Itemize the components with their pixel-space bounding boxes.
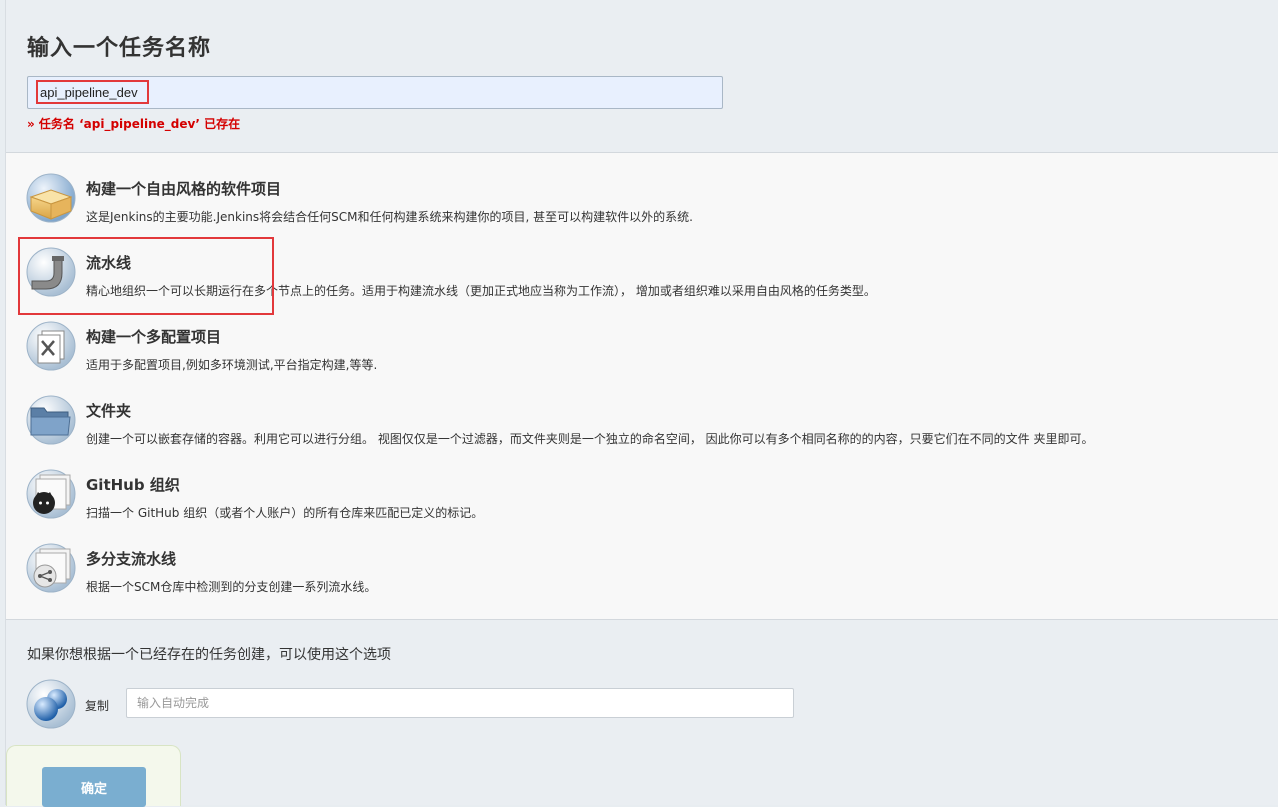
copy-label: 复制 xyxy=(85,699,110,713)
item-type-list: 构建一个自由风格的软件项目 这是Jenkins的主要功能.Jenkins将会结合… xyxy=(6,153,1278,620)
item-type-name: 构建一个自由风格的软件项目 xyxy=(86,180,282,198)
item-type-description: 这是Jenkins的主要功能.Jenkins将会结合任何SCM和任何构建系统来构… xyxy=(86,210,693,224)
freestyle-box-icon xyxy=(26,173,76,223)
copy-from-input[interactable] xyxy=(126,688,794,718)
folder-icon xyxy=(26,395,76,445)
item-type-github-org[interactable]: GitHub 组织 扫描一个 GitHub 组织（或者个人账户）的所有仓库来匹配… xyxy=(6,449,1278,523)
item-type-description: 扫描一个 GitHub 组织（或者个人账户）的所有仓库来匹配已定义的标记。 xyxy=(86,506,484,520)
item-name-input[interactable] xyxy=(28,77,708,108)
item-type-multibranch[interactable]: 多分支流水线 根据一个SCM仓库中检测到的分支创建一系列流水线。 xyxy=(6,523,1278,597)
item-type-name: 文件夹 xyxy=(86,402,132,420)
item-name-field-wrap xyxy=(27,76,723,109)
page-title: 输入一个任务名称 xyxy=(27,36,212,61)
copy-item-icon xyxy=(26,679,76,729)
item-type-name: 多分支流水线 xyxy=(86,550,177,568)
item-type-description: 精心地组织一个可以长期运行在多个节点上的任务。适用于构建流水线（更加正式地应当称… xyxy=(86,284,876,298)
item-type-multi-config[interactable]: 构建一个多配置项目 适用于多配置项目,例如多环境测试,平台指定构建,等等. xyxy=(6,301,1278,375)
github-org-icon xyxy=(26,469,76,519)
bottom-sticker: 确定 xyxy=(6,745,181,807)
new-item-page: 输入一个任务名称 » 任务名 ‘api_pipeline_dev’ 已存在 构建… xyxy=(5,0,1278,807)
item-type-freestyle[interactable]: 构建一个自由风格的软件项目 这是Jenkins的主要功能.Jenkins将会结合… xyxy=(6,153,1278,227)
ok-button[interactable]: 确定 xyxy=(42,767,146,807)
item-type-folder[interactable]: 文件夹 创建一个可以嵌套存储的容器。利用它可以进行分组。 视图仅仅是一个过滤器，… xyxy=(6,375,1278,449)
item-type-name: GitHub 组织 xyxy=(86,476,180,494)
name-section: 输入一个任务名称 » 任务名 ‘api_pipeline_dev’ 已存在 xyxy=(6,0,1278,153)
item-type-description: 根据一个SCM仓库中检测到的分支创建一系列流水线。 xyxy=(86,580,377,594)
multi-config-icon xyxy=(26,321,76,371)
copy-hint-text: 如果你想根据一个已经存在的任务创建，可以使用这个选项 xyxy=(27,647,391,663)
multibranch-icon xyxy=(26,543,76,593)
name-exists-error: » 任务名 ‘api_pipeline_dev’ 已存在 xyxy=(27,117,241,131)
item-type-description: 创建一个可以嵌套存储的容器。利用它可以进行分组。 视图仅仅是一个过滤器，而文件夹… xyxy=(86,432,1094,446)
item-type-name: 构建一个多配置项目 xyxy=(86,328,222,346)
pipeline-icon xyxy=(26,247,76,297)
item-type-name: 流水线 xyxy=(86,254,132,272)
copy-section: 如果你想根据一个已经存在的任务创建，可以使用这个选项 复制 xyxy=(6,620,1278,805)
item-type-pipeline[interactable]: 流水线 精心地组织一个可以长期运行在多个节点上的任务。适用于构建流水线（更加正式… xyxy=(6,227,1278,301)
item-type-description: 适用于多配置项目,例如多环境测试,平台指定构建,等等. xyxy=(86,358,378,372)
